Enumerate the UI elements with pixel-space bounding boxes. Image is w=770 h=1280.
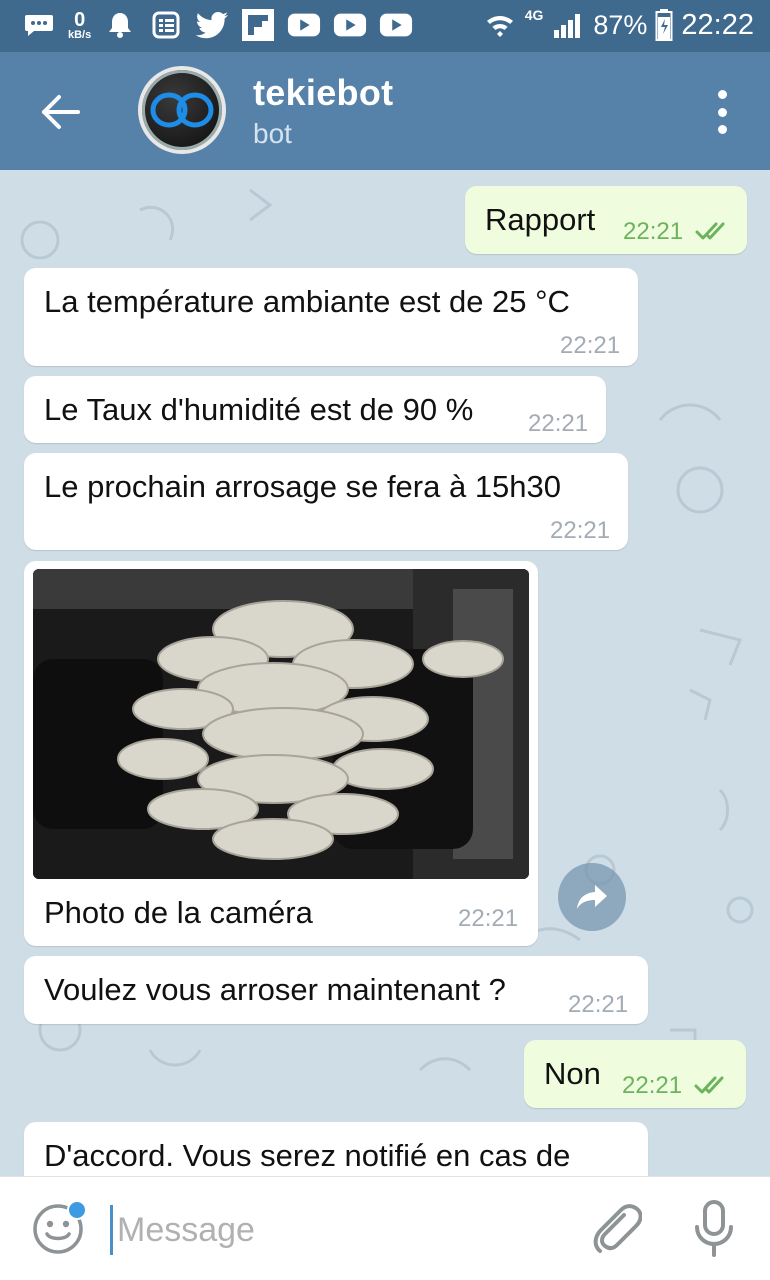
net-speed-value: 0 (74, 8, 86, 31)
clock: 22:22 (681, 8, 754, 41)
youtube-icon (379, 8, 413, 42)
message-time: 22:21 (568, 991, 629, 1018)
chat-header: tekiebot bot (0, 52, 770, 170)
battery-icon (655, 8, 673, 42)
flipboard-icon (241, 8, 275, 42)
news-icon (149, 8, 183, 42)
message-incoming[interactable]: D'accord. Vous serez notifié en cas de (24, 1122, 648, 1176)
more-vertical-icon (717, 90, 727, 99)
wifi-icon (483, 8, 517, 42)
message-composer (0, 1176, 770, 1280)
double-check-icon (694, 1076, 724, 1094)
signal-icon (551, 8, 585, 42)
message-outgoing[interactable]: Non 22:21 (524, 1040, 746, 1108)
message-incoming[interactable]: Le prochain arrosage se fera à 15h30 22:… (24, 453, 628, 550)
notification-dot (67, 1200, 87, 1220)
paperclip-icon[interactable] (590, 1201, 642, 1257)
youtube-icon (333, 8, 367, 42)
double-check-icon (695, 222, 725, 240)
message-input[interactable] (110, 1205, 550, 1255)
chat-bubble-icon (22, 8, 56, 42)
camera-photo[interactable] (33, 569, 529, 879)
message-text: Le prochain arrosage se fera à 15h30 (44, 469, 562, 504)
message-incoming[interactable]: Le Taux d'humidité est de 90 % 22:21 (24, 376, 606, 443)
network-type-label: 4G (524, 7, 544, 23)
bell-icon (103, 8, 137, 42)
youtube-icon (287, 8, 321, 42)
share-arrow-icon (577, 885, 607, 909)
avatar[interactable] (138, 66, 226, 154)
message-time: 22:21 (528, 410, 589, 437)
twitter-icon (195, 8, 229, 42)
message-list[interactable]: Rapport 22:21 La température ambiante es… (0, 170, 770, 1176)
battery-percent: 87% (593, 9, 648, 40)
message-text: Voulez vous arroser maintenant ? (44, 972, 506, 1007)
message-time: 22:21 (550, 517, 611, 544)
back-button[interactable] (30, 82, 90, 142)
message-time: 22:21 (622, 1072, 683, 1099)
photo-caption: Photo de la caméra (44, 895, 313, 930)
share-button[interactable] (558, 863, 626, 931)
message-text: Rapport (485, 202, 596, 237)
chat-subtitle: bot (253, 118, 292, 149)
status-bar: 0 kB/s 4G 87% 22:22 (0, 0, 770, 52)
message-time: 22:21 (458, 905, 519, 932)
message-time: 22:21 (623, 218, 684, 245)
message-text: Non (544, 1056, 601, 1091)
net-speed-unit: kB/s (68, 28, 92, 41)
message-text: Le Taux d'humidité est de 90 % (44, 392, 474, 427)
more-options-button[interactable] (702, 90, 742, 134)
chat-title[interactable]: tekiebot (253, 72, 393, 114)
bot-logo-icon (150, 92, 214, 128)
message-time: 22:21 (560, 332, 621, 359)
message-incoming[interactable]: Voulez vous arroser maintenant ? 22:21 (24, 956, 648, 1024)
message-incoming[interactable]: La température ambiante est de 25 °C 22:… (24, 268, 638, 366)
message-photo[interactable]: Photo de la caméra 22:21 (24, 561, 538, 946)
microphone-icon[interactable] (692, 1199, 736, 1259)
arrow-left-icon (42, 95, 80, 129)
message-outgoing[interactable]: Rapport 22:21 (465, 186, 747, 254)
net-speed: 0 kB/s (68, 10, 91, 41)
message-text: D'accord. Vous serez notifié en cas de (44, 1138, 571, 1173)
message-text: La température ambiante est de 25 °C (44, 284, 570, 319)
